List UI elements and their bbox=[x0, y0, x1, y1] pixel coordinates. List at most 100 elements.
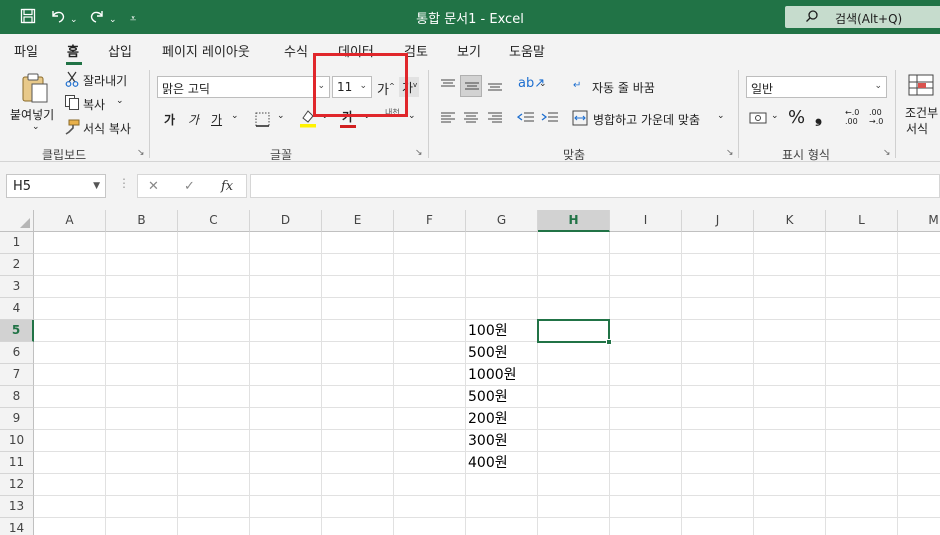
insert-function-icon[interactable]: fx bbox=[221, 179, 233, 194]
column-header-m[interactable]: M bbox=[898, 210, 940, 232]
copy-button[interactable]: 복사 bbox=[83, 96, 105, 113]
column-header-b[interactable]: B bbox=[106, 210, 178, 232]
font-launcher-icon[interactable]: ↘ bbox=[415, 148, 423, 158]
column-header-g[interactable]: G bbox=[466, 210, 538, 232]
formula-input[interactable] bbox=[250, 174, 940, 198]
row-header-10[interactable]: 10 bbox=[0, 430, 34, 452]
column-header-i[interactable]: I bbox=[610, 210, 682, 232]
select-all-button[interactable] bbox=[0, 210, 34, 232]
gridline bbox=[825, 232, 826, 535]
column-header-a[interactable]: A bbox=[34, 210, 106, 232]
italic-button[interactable]: 가 bbox=[188, 111, 199, 128]
cell-g11[interactable]: 400원 bbox=[468, 452, 508, 474]
column-header-h[interactable]: H bbox=[538, 210, 610, 232]
align-middle-icon[interactable] bbox=[460, 75, 482, 97]
tab-file[interactable]: 파일 bbox=[14, 41, 38, 60]
clipboard-launcher-icon[interactable]: ↘ bbox=[137, 148, 145, 158]
cell-g10[interactable]: 300원 bbox=[468, 430, 508, 452]
align-right-icon[interactable] bbox=[487, 111, 503, 130]
gridline bbox=[105, 232, 106, 535]
column-header-k[interactable]: K bbox=[754, 210, 826, 232]
font-name-select[interactable]: 맑은 고딕 ⌄ bbox=[157, 76, 330, 98]
number-launcher-icon[interactable]: ↘ bbox=[883, 148, 891, 158]
cell-g6[interactable]: 500원 bbox=[468, 342, 508, 364]
number-format-select[interactable]: 일반 ⌄ bbox=[746, 76, 887, 98]
tab-formulas[interactable]: 수식 bbox=[284, 41, 308, 60]
paste-icon[interactable] bbox=[20, 72, 50, 109]
copy-dropdown-icon[interactable]: ⌄ bbox=[116, 96, 124, 106]
underline-button[interactable]: 가 bbox=[211, 111, 222, 128]
orientation-dropdown-icon[interactable]: ⌄ bbox=[539, 79, 547, 89]
column-header-l[interactable]: L bbox=[826, 210, 898, 232]
tab-view[interactable]: 보기 bbox=[457, 41, 481, 60]
row-header-6[interactable]: 6 bbox=[0, 342, 34, 364]
worksheet-grid[interactable]: A B C D E F G H I J K L M 1 2 3 4 5 6 7 8 9 10 11 12 13 14 100원 500원… bbox=[0, 210, 940, 535]
cut-button[interactable]: 잘라내기 bbox=[83, 72, 127, 89]
paste-dropdown-icon[interactable]: ⌄ bbox=[32, 122, 40, 132]
gridline bbox=[465, 232, 466, 535]
phonetic-dropdown-icon[interactable]: ⌄ bbox=[408, 111, 416, 121]
enter-icon[interactable]: ✓ bbox=[184, 179, 195, 194]
currency-dropdown-icon[interactable]: ⌄ bbox=[771, 111, 779, 121]
paste-button[interactable]: 붙여넣기 bbox=[10, 106, 54, 123]
row-header-14[interactable]: 14 bbox=[0, 518, 34, 535]
group-divider bbox=[428, 70, 429, 158]
active-cell-h5[interactable] bbox=[537, 319, 612, 345]
row-header-12[interactable]: 12 bbox=[0, 474, 34, 496]
alignment-launcher-icon[interactable]: ↘ bbox=[726, 148, 734, 158]
tab-home[interactable]: 홈 bbox=[67, 41, 79, 60]
column-header-j[interactable]: J bbox=[682, 210, 754, 232]
group-divider bbox=[738, 70, 739, 158]
merge-dropdown-icon[interactable]: ⌄ bbox=[717, 111, 725, 121]
row-header-13[interactable]: 13 bbox=[0, 496, 34, 518]
wrap-text-button[interactable]: 자동 줄 바꿈 bbox=[592, 79, 655, 96]
gridline bbox=[609, 232, 610, 535]
cell-g9[interactable]: 200원 bbox=[468, 408, 508, 430]
search-box[interactable]: 검색(Alt+Q) bbox=[785, 6, 940, 28]
decrease-decimal-icon[interactable]: .00 →.0 bbox=[869, 108, 883, 126]
fill-handle[interactable] bbox=[606, 339, 612, 345]
column-header-e[interactable]: E bbox=[322, 210, 394, 232]
name-box[interactable]: H5 ▼ bbox=[6, 174, 106, 198]
percent-button[interactable]: % bbox=[788, 107, 805, 128]
cancel-icon[interactable]: ✕ bbox=[148, 179, 159, 194]
conditional-formatting-button[interactable]: 조건부 bbox=[905, 104, 938, 121]
gridline bbox=[753, 232, 754, 535]
bold-button[interactable]: 가 bbox=[164, 111, 175, 128]
tab-insert[interactable]: 삽입 bbox=[108, 41, 132, 60]
cell-g7[interactable]: 1000원 bbox=[468, 364, 517, 386]
comma-style-button[interactable]: ❟ bbox=[815, 106, 822, 127]
row-header-9[interactable]: 9 bbox=[0, 408, 34, 430]
merge-center-button[interactable]: 병합하고 가운데 맞춤 bbox=[593, 111, 700, 128]
format-painter-button[interactable]: 서식 복사 bbox=[83, 120, 131, 137]
row-header-11[interactable]: 11 bbox=[0, 452, 34, 474]
underline-dropdown-icon[interactable]: ⌄ bbox=[231, 111, 239, 121]
column-header-c[interactable]: C bbox=[178, 210, 250, 232]
row-header-3[interactable]: 3 bbox=[0, 276, 34, 298]
align-bottom-icon[interactable] bbox=[487, 78, 503, 97]
row-header-5[interactable]: 5 bbox=[0, 320, 34, 342]
cell-g5[interactable]: 100원 bbox=[468, 320, 508, 342]
align-center-icon[interactable] bbox=[463, 111, 479, 130]
row-header-1[interactable]: 1 bbox=[0, 232, 34, 254]
row-header-4[interactable]: 4 bbox=[0, 298, 34, 320]
resize-handle-icon[interactable]: ⋮ bbox=[118, 176, 130, 190]
column-header-f[interactable]: F bbox=[394, 210, 466, 232]
borders-dropdown-icon[interactable]: ⌄ bbox=[277, 111, 285, 121]
borders-icon[interactable] bbox=[255, 112, 270, 132]
search-label: 검색(Alt+Q) bbox=[835, 12, 903, 26]
increase-decimal-icon[interactable]: ←.0.00 bbox=[845, 108, 859, 126]
tab-page-layout[interactable]: 페이지 레이아웃 bbox=[162, 41, 250, 60]
increase-indent-icon[interactable] bbox=[541, 111, 559, 130]
cell-g8[interactable]: 500원 bbox=[468, 386, 508, 408]
decrease-indent-icon[interactable] bbox=[516, 111, 535, 130]
gridline bbox=[249, 232, 250, 535]
row-header-2[interactable]: 2 bbox=[0, 254, 34, 276]
column-header-d[interactable]: D bbox=[250, 210, 322, 232]
row-header-8[interactable]: 8 bbox=[0, 386, 34, 408]
currency-icon[interactable] bbox=[749, 111, 767, 130]
align-left-icon[interactable] bbox=[440, 111, 456, 130]
tab-help[interactable]: 도움말 bbox=[509, 41, 545, 60]
row-header-7[interactable]: 7 bbox=[0, 364, 34, 386]
align-top-icon[interactable] bbox=[440, 78, 456, 97]
